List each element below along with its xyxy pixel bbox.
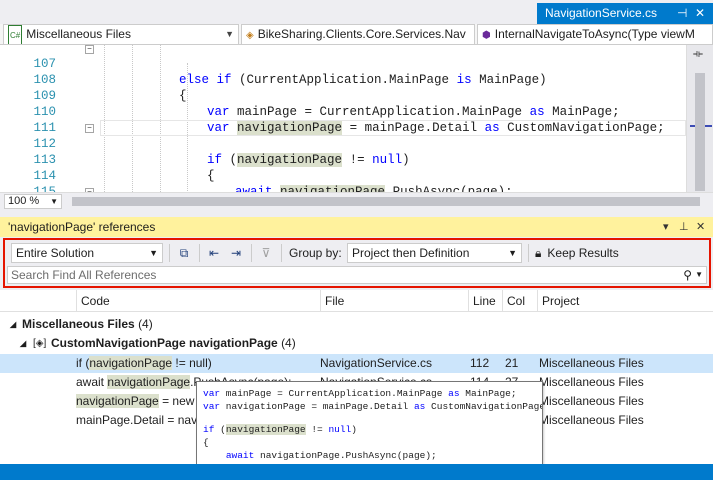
search-input[interactable]: Search Find All References ⚲ ▼ [7, 266, 707, 284]
status-bar [0, 464, 713, 480]
toolbar-separator [281, 244, 282, 262]
toolbar-separator [169, 244, 170, 262]
line-cell: 112 [470, 356, 490, 370]
navigation-bar: C# Miscellaneous Files ▼ ◈ BikeSharing.Cli… [0, 24, 713, 45]
expand-icon[interactable]: ◢ [20, 334, 26, 353]
pin-icon[interactable]: ⊣ [677, 3, 687, 24]
col-cell: 21 [505, 356, 519, 370]
dropdown-icon[interactable]: ▾ [663, 217, 669, 237]
toolbar-separator [199, 244, 200, 262]
code-editor[interactable]: 107 else if (CurrentApplication.MainPage… [0, 45, 713, 192]
project-cell: Miscellaneous Files [539, 375, 644, 389]
keep-results-label: Keep Results [547, 246, 619, 260]
code-cell: mainPage.Detail = nav [76, 413, 198, 427]
code-line: 109 var mainPage = CurrentApplication.Ma… [0, 72, 686, 119]
lock-icon: 🔒︎ [535, 246, 542, 260]
pin-icon[interactable]: ⊥ [679, 217, 689, 237]
code-line: 112 if (navigationPage != null) [0, 120, 686, 167]
tooltip-line: if (navigationPage != null) [203, 424, 357, 435]
code-preview-tooltip: var mainPage = CurrentApplication.MainPa… [196, 381, 543, 475]
code-line: 110 var navigationPage = mainPage.Detail… [0, 88, 686, 135]
expand-icon[interactable]: ◢ [10, 315, 16, 334]
definition-row[interactable]: ◢ [◈] CustomNavigationPage navigationPag… [0, 334, 713, 353]
chevron-down-icon: ▼ [50, 197, 58, 206]
references-panel-title: 'navigationPage' references ▾ ⊥ ✕ [0, 217, 713, 237]
definition-label: CustomNavigationPage navigationPage (4) [51, 336, 296, 350]
scope-dropdown[interactable]: Entire Solution ▼ [11, 243, 163, 263]
tooltip-line: await navigationPage.PushAsync(page); [225, 450, 437, 461]
close-icon[interactable]: ✕ [696, 217, 705, 237]
chevron-down-icon[interactable]: ▼ [695, 267, 703, 283]
collapse-icon[interactable]: − [85, 45, 94, 54]
code-line: 115 } [0, 168, 686, 192]
tooltip-line: { [203, 437, 209, 448]
type-dropdown-value: BikeSharing.Clients.Core.Services.Nav [257, 27, 466, 41]
tooltip-line: var navigationPage = mainPage.Detail as … [203, 401, 543, 412]
vertical-scrollbar[interactable]: ⟛ [686, 45, 713, 192]
tooltip-line: var mainPage = CurrentApplication.MainPa… [203, 388, 517, 399]
chevron-down-icon: ▼ [508, 248, 517, 258]
member-dropdown-value: InternalNavigateToAsync(Type viewM [494, 27, 695, 41]
group-by-label: Group by: [289, 246, 342, 260]
csharp-file-icon: C# [8, 25, 23, 44]
keep-results-button[interactable]: 🔒︎ Keep Results [535, 244, 619, 262]
toolbar-separator [528, 244, 529, 262]
zoom-value: 100 % [8, 195, 40, 207]
project-dropdown-value: Miscellaneous Files [26, 27, 131, 41]
project-cell: Miscellaneous Files [539, 356, 644, 370]
group-by-value: Project then Definition [352, 246, 470, 260]
column-header-col[interactable]: Col [502, 290, 537, 312]
column-header-project[interactable]: Project [537, 290, 713, 312]
search-icon[interactable]: ⚲ [683, 267, 692, 283]
split-icon[interactable]: ⟛ [693, 48, 703, 61]
project-dropdown[interactable]: C# Miscellaneous Files ▼ [3, 24, 239, 45]
clear-filter-icon[interactable]: ⊽ [257, 244, 275, 262]
horizontal-scrollbar[interactable] [72, 197, 700, 206]
field-icon: [◈] [33, 338, 47, 349]
chevron-down-icon: ▼ [225, 29, 234, 39]
document-tab-strip: NavigationService.cs ⊣ ✕ [0, 0, 713, 24]
code-line: 116 else [0, 184, 686, 192]
grid-header: Code File Line Col Project [0, 290, 713, 312]
document-tab[interactable]: NavigationService.cs ⊣ ✕ [537, 3, 713, 24]
class-icon: ◈ [246, 30, 254, 41]
table-row[interactable]: if (navigationPage != null) NavigationSe… [0, 354, 713, 373]
zoom-dropdown[interactable]: 100 % ▼ [4, 194, 62, 209]
project-cell: Miscellaneous Files [539, 413, 644, 427]
references-toolbar: Entire Solution ▼ ⧉ ⇤ ⇥ ⊽ Group by: Proj… [3, 238, 711, 288]
code-line: 113 { [0, 136, 686, 183]
code-cell: navigationPage = new [76, 394, 195, 408]
code-line: 114 await navigationPage.PushAsync(page)… [0, 152, 686, 192]
collapse-icon[interactable]: − [85, 124, 94, 133]
scrollbar-thumb[interactable] [695, 73, 705, 191]
chevron-down-icon: ▼ [149, 248, 158, 258]
project-cell: Miscellaneous Files [539, 394, 644, 408]
type-dropdown[interactable]: ◈ BikeSharing.Clients.Core.Services.Nav [241, 24, 475, 45]
next-location-icon[interactable]: ⇥ [227, 244, 245, 262]
code-line: 111 [0, 104, 686, 135]
document-tab-title: NavigationService.cs [545, 6, 658, 20]
column-header-file[interactable]: File [320, 290, 468, 312]
method-icon: ⬢ [482, 30, 491, 41]
column-header-code[interactable]: Code [76, 290, 320, 312]
file-cell: NavigationService.cs [320, 356, 433, 370]
close-icon[interactable]: ✕ [695, 3, 705, 24]
search-placeholder: Search Find All References [11, 268, 157, 282]
code-cell: if (navigationPage != null) [76, 356, 212, 370]
panel-splitter[interactable] [0, 209, 713, 217]
copy-icon[interactable]: ⧉ [175, 244, 193, 262]
toolbar-separator [251, 244, 252, 262]
member-dropdown[interactable]: ⬢ InternalNavigateToAsync(Type viewM [477, 24, 713, 45]
scope-value: Entire Solution [16, 246, 95, 260]
code-line: 108 { [0, 56, 686, 103]
group-label: Miscellaneous Files (4) [22, 317, 153, 331]
group-by-dropdown[interactable]: Project then Definition ▼ [347, 243, 522, 263]
code-line: 107 else if (CurrentApplication.MainPage… [0, 45, 686, 87]
editor-bottom-bar: 100 % ▼ [0, 192, 713, 209]
column-header-line[interactable]: Line [468, 290, 502, 312]
previous-location-icon[interactable]: ⇤ [205, 244, 223, 262]
references-title-text: 'navigationPage' references [8, 220, 156, 234]
group-row[interactable]: ◢ Miscellaneous Files (4) [0, 315, 713, 334]
